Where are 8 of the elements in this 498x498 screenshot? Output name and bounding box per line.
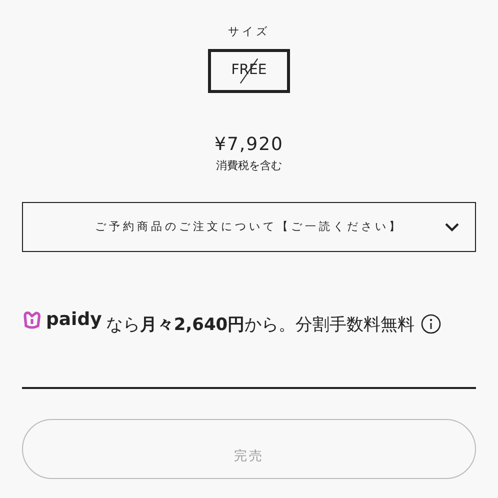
chevron-icon: [445, 223, 459, 232]
info-icon[interactable]: [420, 314, 441, 334]
paidy-logo: paidy: [22, 304, 102, 336]
tax-note: 消費税を含む: [215, 158, 283, 174]
accordion-toggle[interactable]: ご予約商品のご注文について【ご一読ください】: [22, 202, 476, 252]
size-label: サイズ: [227, 24, 271, 40]
installment-text: なら月々2,640円から。分割手数料無料: [106, 315, 415, 335]
price: ¥7,920: [214, 132, 284, 156]
